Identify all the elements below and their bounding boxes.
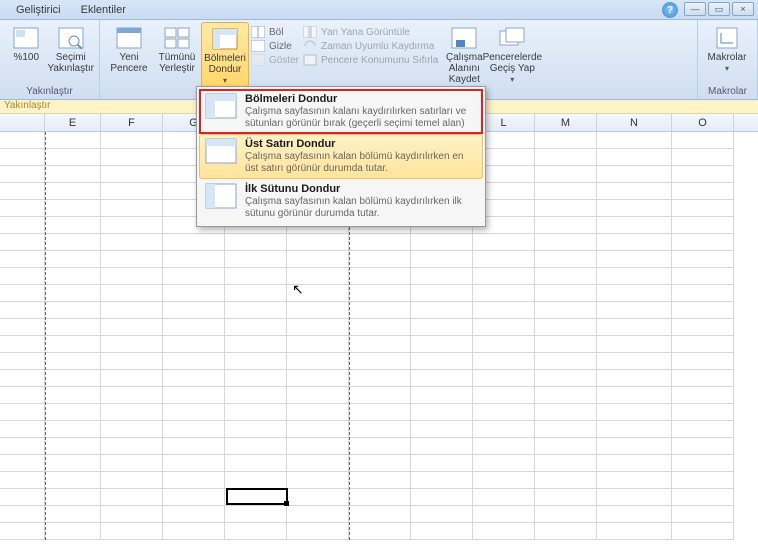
macros-button[interactable]: Makrolar	[703, 22, 751, 74]
sync-scroll-button[interactable]: Zaman Uyumlu Kaydırma	[303, 40, 438, 52]
menu-freeze-panes[interactable]: Bölmeleri Dondur Çalışma sayfasının kala…	[199, 89, 483, 134]
macros-icon	[713, 26, 741, 50]
window-controls: — ▭ ×	[684, 2, 754, 16]
hide-button[interactable]: Gizle	[251, 40, 299, 52]
menu-freeze-panes-title: Bölmeleri Dondur	[245, 93, 477, 105]
save-workspace-icon	[450, 26, 478, 50]
window-small-buttons-2: Yan Yana Görüntüle Zaman Uyumlu Kaydırma…	[301, 22, 440, 66]
window-small-buttons-1: Böl Gizle Göster	[249, 22, 301, 66]
tab-addins[interactable]: Eklentiler	[71, 2, 136, 18]
freeze-line	[45, 132, 46, 540]
menu-freeze-first-col-desc: Çalışma sayfasının kalan bölümü kaydırıl…	[245, 196, 477, 220]
col-header-E[interactable]: E	[45, 114, 101, 131]
freeze-panes-menu: Bölmeleri Dondur Çalışma sayfasının kala…	[196, 86, 486, 227]
split-icon	[251, 26, 265, 38]
menu-freeze-top-row-title: Üst Satırı Dondur	[245, 138, 477, 150]
freeze-panes-item-icon	[205, 93, 237, 119]
split-button[interactable]: Böl	[251, 26, 299, 38]
group-macros: Makrolar Makrolar	[698, 20, 758, 99]
zoom-selection-button[interactable]: Seçimi Yakınlaştır	[48, 22, 95, 74]
switch-windows-button[interactable]: Pencerelerde Geçiş Yap	[488, 22, 536, 85]
freeze-panes-button[interactable]: Bölmeleri Dondur	[201, 22, 249, 87]
new-window-button[interactable]: Yeni Pencere	[105, 22, 153, 74]
new-window-icon	[115, 26, 143, 50]
group-zoom-label: Yakınlaştır	[5, 86, 94, 99]
zoom-selection-label-2: Yakınlaştır	[48, 63, 95, 74]
col-header-M[interactable]: M	[535, 114, 597, 131]
menu-freeze-top-row[interactable]: Üst Satırı Dondur Çalışma sayfasının kal…	[199, 134, 483, 179]
reset-pos-icon	[303, 54, 317, 66]
freeze-top-row-icon	[205, 138, 237, 164]
active-cell[interactable]	[226, 488, 288, 505]
zoom-100-icon	[12, 26, 40, 50]
menu-freeze-top-row-desc: Çalışma sayfasının kalan bölümü kaydırıl…	[245, 151, 477, 175]
reset-pos-button[interactable]: Pencere Konumunu Sıfırla	[303, 54, 438, 66]
show-icon	[251, 54, 265, 66]
restore-button[interactable]: ▭	[708, 2, 730, 16]
close-button[interactable]: ×	[732, 2, 754, 16]
switch-windows-icon	[498, 26, 526, 50]
minimize-button[interactable]: —	[684, 2, 706, 16]
zoom-100-button[interactable]: %100	[5, 22, 48, 63]
group-macros-label: Makrolar	[703, 86, 752, 99]
ribbon-tabs: Geliştirici Eklentiler	[0, 0, 758, 20]
freeze-panes-icon	[211, 27, 239, 51]
side-by-side-button[interactable]: Yan Yana Görüntüle	[303, 26, 438, 38]
menu-freeze-first-col[interactable]: İlk Sütunu Dondur Çalışma sayfasının kal…	[199, 179, 483, 224]
col-header-F[interactable]: F	[101, 114, 163, 131]
save-workspace-button[interactable]: Çalışma Alanını Kaydet	[440, 22, 488, 85]
freeze-first-col-icon	[205, 183, 237, 209]
sync-scroll-icon	[303, 40, 317, 52]
help-icon[interactable]: ?	[662, 2, 678, 18]
zoom-selection-label-1: Seçimi	[56, 52, 86, 63]
arrange-all-button[interactable]: Tümünü Yerleştir	[153, 22, 201, 74]
show-button[interactable]: Göster	[251, 54, 299, 66]
hide-icon	[251, 40, 265, 52]
menu-freeze-panes-desc: Çalışma sayfasının kalanı kaydırılırken …	[245, 106, 477, 130]
zoom-selection-icon	[57, 26, 85, 50]
group-zoom: %100 Seçimi Yakınlaştır Yakınlaştır	[0, 20, 100, 99]
arrange-all-icon	[163, 26, 191, 50]
col-header-N[interactable]: N	[597, 114, 672, 131]
menu-freeze-first-col-title: İlk Sütunu Dondur	[245, 183, 477, 195]
col-header-O[interactable]: O	[672, 114, 734, 131]
side-by-side-icon	[303, 26, 317, 38]
tab-developer[interactable]: Geliştirici	[6, 2, 71, 18]
zoom-100-label: %100	[13, 52, 39, 63]
